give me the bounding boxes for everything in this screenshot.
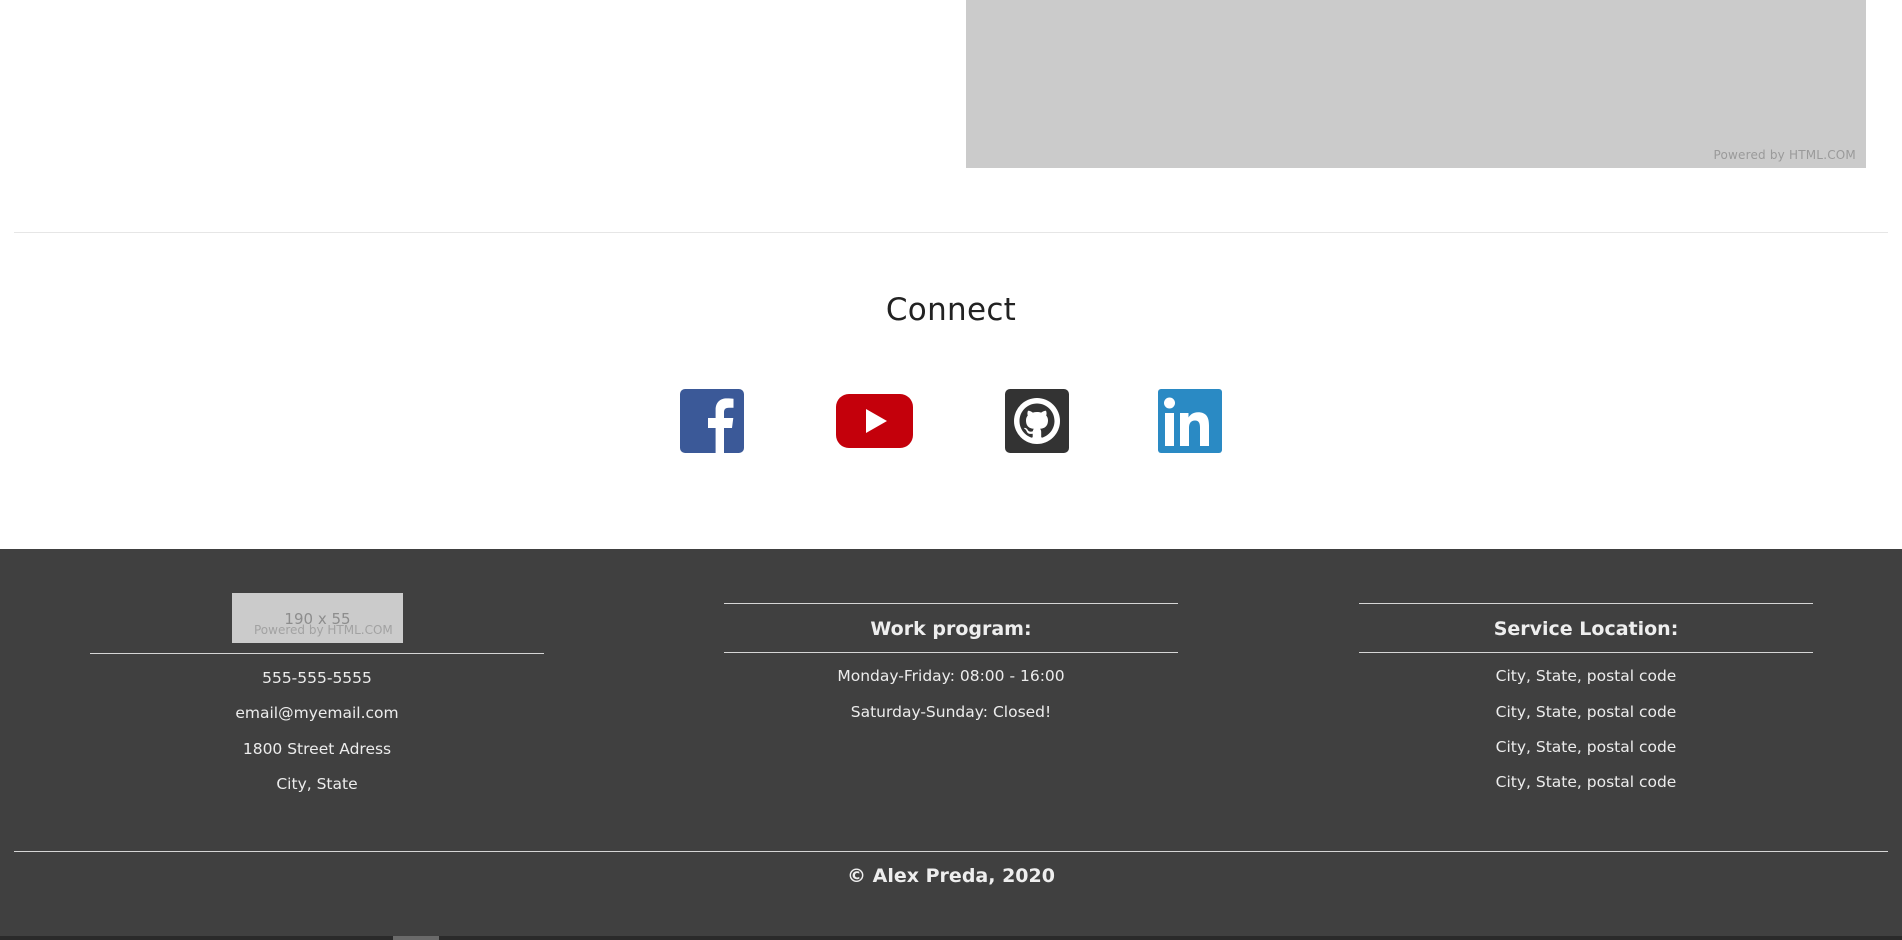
powered-by-text: Powered by HTML.COM: [254, 623, 393, 637]
github-link[interactable]: [1005, 389, 1069, 453]
work-hours-line: Saturday-Sunday: Closed!: [850, 703, 1052, 721]
linkedin-link[interactable]: [1158, 389, 1222, 453]
service-location-line: City, State, postal code: [1495, 773, 1677, 791]
email-address: email@myemail.com: [235, 704, 399, 722]
placeholder-image: Powered by HTML.COM: [966, 0, 1866, 168]
column-divider: [1359, 603, 1813, 604]
facebook-icon: [680, 389, 744, 453]
service-location-line: City, State, postal code: [1495, 667, 1677, 685]
service-location-heading: Service Location:: [1493, 618, 1679, 640]
column-divider: [724, 603, 1178, 604]
column-divider: [90, 653, 544, 654]
work-program-heading: Work program:: [870, 618, 1032, 640]
scrollbar-thumb[interactable]: [393, 936, 439, 940]
section-divider: [14, 232, 1888, 233]
github-icon: [1005, 389, 1069, 453]
service-location-line: City, State, postal code: [1495, 738, 1677, 756]
youtube-link[interactable]: [836, 394, 913, 448]
footer-divider: [14, 851, 1888, 852]
powered-by-text: Powered by HTML.COM: [1713, 148, 1856, 162]
work-hours-line: Monday-Friday: 08:00 - 16:00: [837, 667, 1065, 685]
phone-number: 555-555-5555: [262, 669, 372, 687]
linkedin-icon: [1158, 389, 1222, 453]
column-divider: [1359, 652, 1813, 653]
footer: 190 x 55 Powered by HTML.COM 555-555-555…: [0, 549, 1902, 940]
horizontal-scrollbar[interactable]: [0, 936, 1902, 940]
page: Powered by HTML.COM Connect 190 x 55 Pow…: [0, 0, 1902, 940]
city-state: City, State: [276, 775, 358, 793]
connect-heading: Connect: [885, 292, 1017, 328]
copyright-text: © Alex Preda, 2020: [847, 865, 1055, 887]
youtube-icon: [836, 394, 913, 448]
street-address: 1800 Street Adress: [242, 740, 392, 758]
service-location-line: City, State, postal code: [1495, 703, 1677, 721]
column-divider: [724, 652, 1178, 653]
facebook-link[interactable]: [680, 389, 744, 453]
logo-placeholder: 190 x 55 Powered by HTML.COM: [232, 593, 403, 643]
